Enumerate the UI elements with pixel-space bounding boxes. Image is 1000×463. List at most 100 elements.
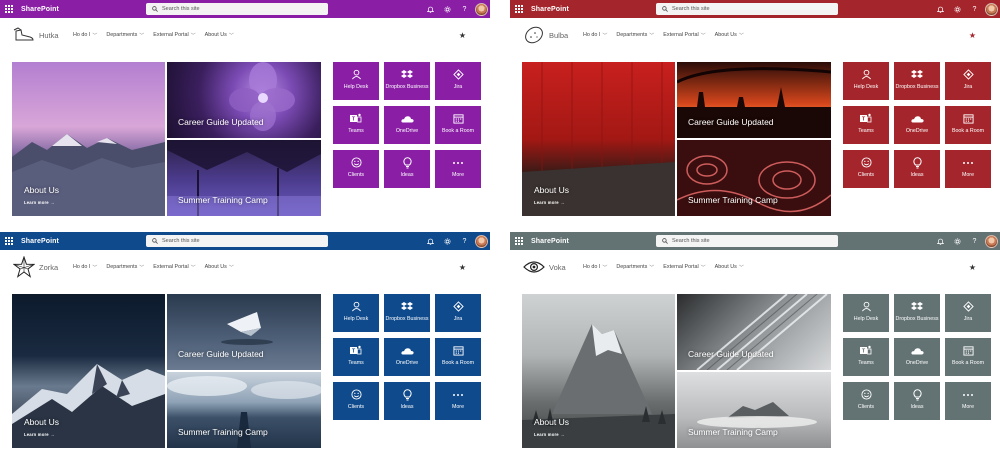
quicklink-jira[interactable]: Jira: [945, 62, 991, 100]
hero-tile-summer-training[interactable]: Summer Training Camp: [677, 140, 831, 216]
eye-icon[interactable]: [522, 255, 546, 279]
quicklink-ideas[interactable]: Ideas: [894, 150, 940, 188]
learn-more-link[interactable]: Learn more →: [24, 200, 55, 205]
app-launcher-icon[interactable]: [0, 232, 18, 250]
quicklink-clients[interactable]: Clients: [333, 150, 379, 188]
quicklink-onedrive[interactable]: OneDrive: [894, 106, 940, 144]
app-launcher-icon[interactable]: [0, 0, 18, 18]
quicklink-more[interactable]: More: [945, 382, 991, 420]
nav-item-external-portal[interactable]: External Portal ﹀: [663, 264, 705, 271]
quicklink-more[interactable]: More: [435, 382, 481, 420]
hero-tile-career-guide[interactable]: Career Guide Updated: [677, 62, 831, 138]
quicklink-jira[interactable]: Jira: [435, 294, 481, 332]
quicklink-ideas[interactable]: Ideas: [384, 382, 430, 420]
boot-icon[interactable]: [12, 23, 36, 47]
quicklink-clients[interactable]: Clients: [333, 382, 379, 420]
search-input[interactable]: Search this site: [146, 3, 328, 15]
quicklink-book-a-room[interactable]: Book a Room: [435, 106, 481, 144]
gear-icon[interactable]: [439, 0, 456, 18]
bell-icon[interactable]: [422, 232, 439, 250]
nav-item-departments[interactable]: Departments ﹀: [106, 264, 144, 271]
quicklink-book-a-room[interactable]: Book a Room: [435, 338, 481, 376]
hero-tile-about-us[interactable]: About Us Learn more →: [12, 62, 165, 216]
quicklink-jira[interactable]: Jira: [945, 294, 991, 332]
hero-tile-career-guide[interactable]: Career Guide Updated: [167, 294, 321, 370]
avatar[interactable]: [475, 2, 488, 16]
nav-item-how-do-i[interactable]: Ho do I ﹀: [583, 264, 607, 271]
site-title[interactable]: Voka: [549, 263, 579, 272]
hero-tile-career-guide[interactable]: Career Guide Updated: [677, 294, 831, 370]
gear-icon[interactable]: [949, 232, 966, 250]
nav-item-about-us[interactable]: About Us ﹀: [205, 264, 234, 271]
quicklink-dropbox[interactable]: Dropbox Business: [894, 294, 940, 332]
nav-item-how-do-i[interactable]: Ho do I ﹀: [583, 32, 607, 39]
hero-tile-summer-training[interactable]: Summer Training Camp: [167, 372, 321, 448]
hero-tile-about-us[interactable]: About Us Learn more →: [522, 294, 675, 448]
nav-item-external-portal[interactable]: External Portal ﹀: [663, 32, 705, 39]
site-title[interactable]: Zorka: [39, 263, 69, 272]
site-title[interactable]: Hutka: [39, 31, 69, 40]
follow-star-icon[interactable]: ★: [459, 31, 466, 40]
nav-item-external-portal[interactable]: External Portal ﹀: [153, 32, 195, 39]
nav-item-departments[interactable]: Departments ﹀: [106, 32, 144, 39]
hero-tile-about-us[interactable]: About Us Learn more →: [12, 294, 165, 448]
avatar[interactable]: [985, 2, 998, 16]
star-icon[interactable]: [12, 255, 36, 279]
help-icon[interactable]: ?: [966, 0, 983, 18]
help-icon[interactable]: ?: [456, 0, 473, 18]
help-icon[interactable]: ?: [966, 232, 983, 250]
hero-tile-summer-training[interactable]: Summer Training Camp: [167, 140, 321, 216]
brand-label[interactable]: SharePoint: [21, 238, 59, 245]
quicklink-help-desk[interactable]: Help Desk: [843, 62, 889, 100]
nav-item-how-do-i[interactable]: Ho do I ﹀: [73, 32, 97, 39]
nav-item-about-us[interactable]: About Us ﹀: [715, 32, 744, 39]
follow-star-icon[interactable]: ★: [969, 263, 976, 272]
nav-item-how-do-i[interactable]: Ho do I ﹀: [73, 264, 97, 271]
quicklink-dropbox[interactable]: Dropbox Business: [384, 62, 430, 100]
app-launcher-icon[interactable]: [510, 232, 528, 250]
brand-label[interactable]: SharePoint: [531, 238, 569, 245]
nav-item-about-us[interactable]: About Us ﹀: [205, 32, 234, 39]
bell-icon[interactable]: [932, 0, 949, 18]
learn-more-link[interactable]: Learn more →: [24, 432, 55, 437]
brand-label[interactable]: SharePoint: [21, 6, 59, 13]
quicklink-teams[interactable]: T Teams: [843, 338, 889, 376]
quicklink-more[interactable]: More: [435, 150, 481, 188]
gear-icon[interactable]: [949, 0, 966, 18]
potato-icon[interactable]: [522, 23, 546, 47]
nav-item-departments[interactable]: Departments ﹀: [616, 264, 654, 271]
nav-item-external-portal[interactable]: External Portal ﹀: [153, 264, 195, 271]
quicklink-jira[interactable]: Jira: [435, 62, 481, 100]
follow-star-icon[interactable]: ★: [969, 31, 976, 40]
search-input[interactable]: Search this site: [146, 235, 328, 247]
quicklink-teams[interactable]: T Teams: [333, 338, 379, 376]
help-icon[interactable]: ?: [456, 232, 473, 250]
bell-icon[interactable]: [932, 232, 949, 250]
quicklink-onedrive[interactable]: OneDrive: [384, 106, 430, 144]
learn-more-link[interactable]: Learn more →: [534, 200, 565, 205]
avatar[interactable]: [985, 234, 998, 248]
quicklink-ideas[interactable]: Ideas: [894, 382, 940, 420]
app-launcher-icon[interactable]: [510, 0, 528, 18]
nav-item-departments[interactable]: Departments ﹀: [616, 32, 654, 39]
quicklink-more[interactable]: More: [945, 150, 991, 188]
bell-icon[interactable]: [422, 0, 439, 18]
nav-item-about-us[interactable]: About Us ﹀: [715, 264, 744, 271]
brand-label[interactable]: SharePoint: [531, 6, 569, 13]
quicklink-help-desk[interactable]: Help Desk: [333, 294, 379, 332]
quicklink-teams[interactable]: T Teams: [333, 106, 379, 144]
gear-icon[interactable]: [439, 232, 456, 250]
follow-star-icon[interactable]: ★: [459, 263, 466, 272]
quicklink-help-desk[interactable]: Help Desk: [843, 294, 889, 332]
quicklink-clients[interactable]: Clients: [843, 150, 889, 188]
hero-tile-career-guide[interactable]: Career Guide Updated: [167, 62, 321, 138]
quicklink-dropbox[interactable]: Dropbox Business: [384, 294, 430, 332]
quicklink-onedrive[interactable]: OneDrive: [894, 338, 940, 376]
quicklink-book-a-room[interactable]: Book a Room: [945, 338, 991, 376]
quicklink-teams[interactable]: T Teams: [843, 106, 889, 144]
search-input[interactable]: Search this site: [656, 3, 838, 15]
search-input[interactable]: Search this site: [656, 235, 838, 247]
quicklink-clients[interactable]: Clients: [843, 382, 889, 420]
hero-tile-summer-training[interactable]: Summer Training Camp: [677, 372, 831, 448]
avatar[interactable]: [475, 234, 488, 248]
